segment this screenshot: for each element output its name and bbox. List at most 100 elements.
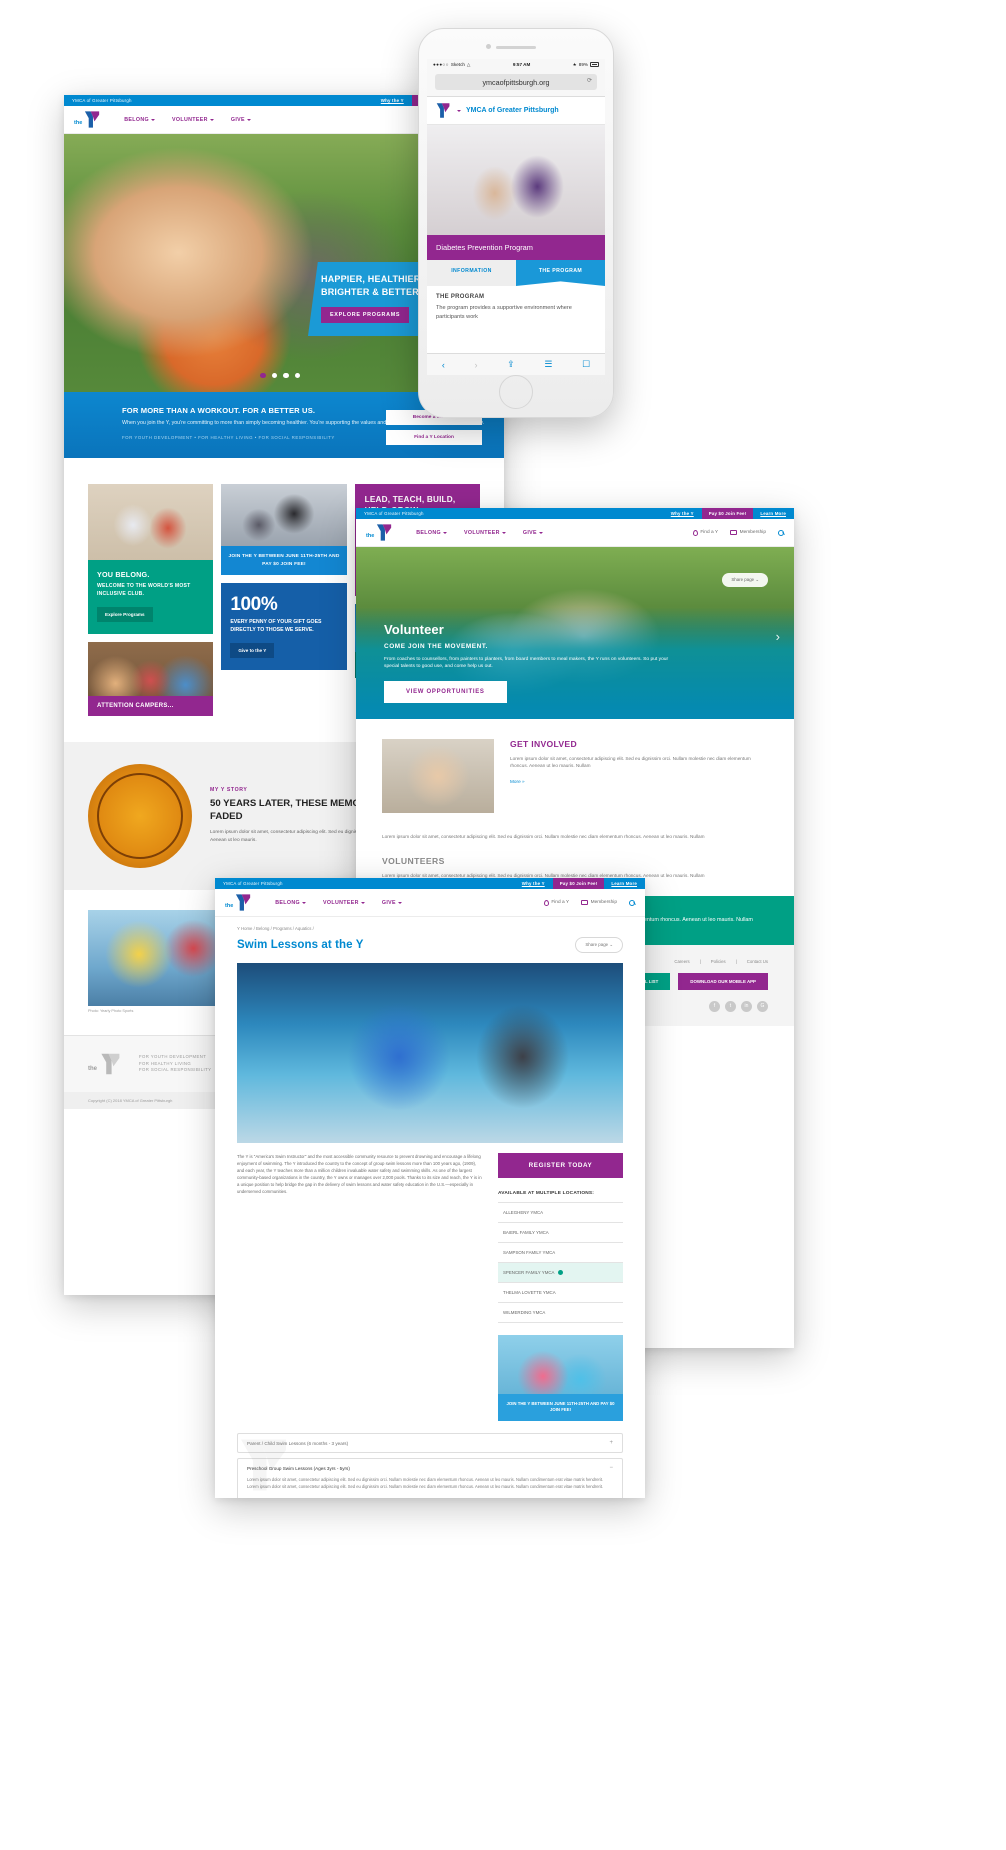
url-field[interactable]: ymcaofpittsburgh.org ⟳ — [435, 74, 597, 90]
nav-item-give[interactable]: GIVE — [231, 117, 251, 123]
nav-item-volunteer[interactable]: VOLUNTEER — [323, 900, 365, 906]
location-label: BAIERL FAMILY YMCA — [503, 1230, 549, 1235]
carousel-dots[interactable] — [260, 372, 300, 378]
location-label: WILMERDING YMCA — [503, 1310, 546, 1315]
location-item[interactable]: ALLEGHENY YMCA — [498, 1203, 623, 1223]
join-fee-pill[interactable]: Pay $0 Join Fee! — [552, 878, 605, 889]
carousel-dot-2[interactable] — [271, 372, 277, 378]
membership-label: Membership — [739, 530, 766, 535]
membership-button[interactable]: Membership — [581, 900, 617, 905]
card-you-belong[interactable]: YOU BELONG. WELCOME TO THE WORLD'S MOST … — [88, 484, 214, 634]
chevron-down-icon[interactable] — [457, 109, 461, 112]
learn-more-link[interactable]: Learn More — [760, 511, 786, 516]
nav-item-label: BELONG — [124, 116, 150, 123]
footer-link-careers[interactable]: Careers — [674, 959, 689, 964]
nav-item-volunteer[interactable]: VOLUNTEER — [172, 117, 214, 123]
expand-icon: + — [609, 1440, 613, 1446]
nav-item-give[interactable]: GIVE — [382, 900, 402, 906]
ymca-logo[interactable]: the — [366, 523, 394, 542]
reload-icon[interactable]: ⟳ — [587, 77, 592, 84]
utility-topbar: YMCA of Greater Pittsburgh Why the Y Pay… — [215, 878, 645, 889]
page-title: Volunteer — [384, 621, 444, 637]
twitter-icon[interactable]: t — [725, 1000, 736, 1012]
nav-item-volunteer[interactable]: VOLUNTEER — [464, 530, 506, 536]
register-today-button[interactable]: REGISTER TODAY — [498, 1153, 623, 1178]
explore-programs-button[interactable]: Explore Programs — [97, 607, 153, 622]
get-involved-section: GET INVOLVED Lorem ipsum dolor sit amet,… — [356, 719, 794, 833]
explore-programs-button[interactable]: EXPLORE PROGRAMS — [321, 307, 410, 323]
home-button[interactable] — [499, 375, 533, 409]
nav-items: BELONG VOLUNTEER GIVE — [275, 900, 402, 906]
join-fee-pill[interactable]: Pay $0 Join Fee! — [701, 508, 754, 519]
chevron-down-icon — [443, 531, 448, 534]
find-a-y-button[interactable]: Find a Y — [543, 899, 570, 906]
search-icon[interactable] — [629, 899, 635, 906]
nav-item-belong[interactable]: BELONG — [275, 900, 307, 906]
location-item[interactable]: THELMA LOVETTE YMCA — [498, 1283, 623, 1303]
tab-information[interactable]: INFORMATION — [427, 260, 516, 286]
footer-link-policies[interactable]: Policies — [711, 959, 726, 964]
y-logo-icon — [101, 1053, 120, 1075]
carousel-dot-3[interactable] — [283, 372, 289, 378]
more-link[interactable]: More » — [510, 779, 525, 784]
carousel-dot-1[interactable] — [260, 372, 266, 378]
give-to-the-y-button[interactable]: Give to the Y — [230, 643, 275, 659]
search-icon[interactable] — [778, 529, 784, 536]
card-body: YOU BELONG. WELCOME TO THE WORLD'S MOST … — [88, 560, 214, 634]
join-promo-card[interactable]: JOIN THE Y BETWEEN JUNE 11TH-25TH AND PA… — [498, 1335, 623, 1421]
find-a-y-location-button[interactable]: Find a Y Location — [386, 430, 482, 445]
view-opportunities-button[interactable]: VIEW OPPORTUNITIES — [384, 681, 507, 703]
nav-item-give[interactable]: GIVE — [523, 530, 543, 536]
nav-item-label: VOLUNTEER — [172, 116, 208, 123]
nav-item-label: VOLUNTEER — [464, 529, 500, 536]
share-page-button[interactable]: Share page ⌄ — [575, 937, 623, 953]
carousel-dot-4[interactable] — [294, 372, 300, 378]
download-app-button[interactable]: DOWNLOAD OUR MOBILE APP — [678, 972, 768, 990]
breadcrumb-text: Y Home / Belong / Programs / Aquatics / — [237, 926, 314, 931]
location-item[interactable]: WILMERDING YMCA — [498, 1303, 623, 1323]
y-logo-icon[interactable] — [435, 102, 452, 119]
why-the-y-link[interactable]: Why the Y — [522, 881, 545, 886]
learn-more-link[interactable]: Learn More — [611, 881, 637, 886]
carrier-label: Sketch — [450, 62, 465, 67]
share-page-button[interactable]: Share page ⌄ — [722, 573, 768, 587]
location-item[interactable]: BAIERL FAMILY YMCA — [498, 1223, 623, 1243]
utility-topbar: YMCA of Greater Pittsburgh Why the Y Pay… — [356, 508, 794, 519]
swim-intro-text: The Y is "America's Swim Instructor" and… — [237, 1154, 482, 1195]
signal-dots-icon: ●●●○○ — [433, 62, 449, 67]
find-a-y-label: Find a Y — [551, 900, 570, 905]
page-body: From coaches to counsellors, from painte… — [384, 656, 669, 670]
card-attention-campers[interactable]: ATTENTION CAMPERS... — [88, 642, 214, 716]
why-the-y-link[interactable]: Why the Y — [671, 511, 694, 516]
footer-logo-the: the — [88, 1066, 97, 1072]
nav-right: Find a Y Membership — [692, 529, 784, 536]
location-label: ALLEGHENY YMCA — [503, 1210, 544, 1215]
breadcrumb[interactable]: Y Home / Belong / Programs / Aquatics / — [215, 917, 645, 931]
find-a-y-button[interactable]: Find a Y — [692, 529, 718, 536]
ymca-logo[interactable]: the — [74, 110, 102, 129]
footer-link-contact[interactable]: Contact Us — [747, 959, 768, 964]
location-item-selected[interactable]: SPENCER FAMILY YMCA — [498, 1263, 623, 1283]
carousel-next-icon[interactable]: › — [776, 629, 780, 644]
front-camera-icon — [486, 44, 491, 49]
ymca-logo[interactable]: the — [225, 893, 253, 912]
membership-button[interactable]: Membership — [730, 530, 766, 535]
back-icon[interactable]: ‹ — [442, 360, 445, 370]
card-hundred-percent[interactable]: 100% EVERY PENNY OF YOUR GIFT GOES DIREC… — [221, 583, 347, 671]
nav-item-label: GIVE — [381, 899, 396, 906]
linkedin-icon[interactable]: in — [741, 1000, 752, 1012]
bookmarks-icon[interactable]: ☰ — [544, 359, 552, 370]
google-plus-icon[interactable]: G — [757, 1000, 768, 1012]
nav-item-belong[interactable]: BELONG — [124, 116, 156, 123]
nav-items: BELONG VOLUNTEER GIVE — [124, 117, 251, 123]
tab-the-program[interactable]: THE PROGRAM — [516, 260, 605, 286]
location-item[interactable]: SAMPSON FAMILY YMCA — [498, 1243, 623, 1263]
tabs-icon[interactable]: ☐ — [582, 359, 590, 370]
facebook-icon[interactable]: f — [709, 1000, 720, 1012]
nav-item-belong[interactable]: BELONG — [416, 530, 448, 536]
why-the-y-link[interactable]: Why the Y — [381, 98, 404, 103]
card-join-promo[interactable]: JOIN THE Y BETWEEN JUNE 11TH-25TH AND PA… — [221, 484, 347, 575]
share-icon[interactable]: ⇪ — [507, 359, 515, 370]
locations-header: AVAILABLE AT MULTIPLE LOCATIONS: — [498, 1191, 595, 1196]
page-title: Swim Lessons at the Y — [237, 939, 364, 951]
